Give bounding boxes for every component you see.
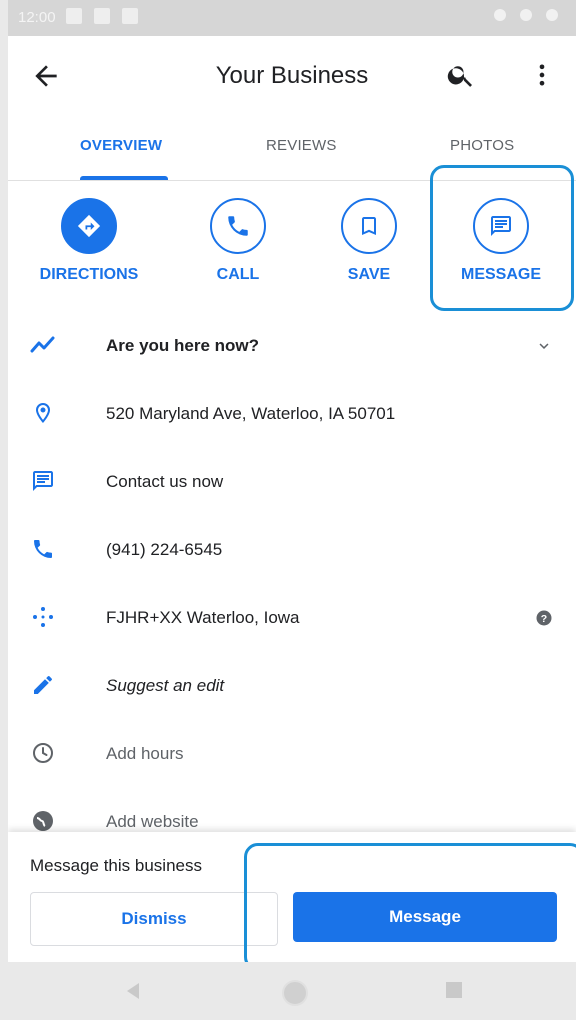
more-vert-icon[interactable] [528,60,556,90]
system-nav-bar [8,962,576,1020]
status-time: 12:00 [18,9,56,26]
wifi-icon [520,9,532,21]
save-label: SAVE [347,266,391,283]
nav-recents-icon[interactable] [446,982,462,998]
status-bar: 12:00 [8,0,576,36]
nav-back-icon[interactable] [125,982,141,1005]
page-title: Your Business [215,62,369,89]
phone-icon [30,536,56,562]
pencil-icon [30,672,56,698]
location-status-icon [494,9,506,21]
tab-reviews[interactable]: REVIEWS [266,137,337,154]
nav-home-icon[interactable] [282,980,308,1006]
call-button[interactable]: CALL [173,198,303,284]
save-button[interactable]: SAVE [304,198,434,284]
list-item-here-now[interactable]: Are you here now? [8,312,576,380]
tab-photos[interactable]: PHOTOS [450,137,514,154]
tab-overview[interactable]: OVERVIEW [80,137,162,154]
notification-icon [94,8,110,24]
phone-icon [210,198,266,254]
trend-icon [30,332,56,358]
list-item-plus-code[interactable]: FJHR+XX Waterloo, Iowa ? [8,584,576,652]
notification-icon [66,8,82,24]
search-icon[interactable] [446,60,476,90]
sheet-title: Message this business [30,856,202,875]
contact-text: Contact us now [106,472,224,491]
clock-icon [30,740,56,766]
phone-text: (941) 224-6545 [106,540,223,559]
list-item-phone[interactable]: (941) 224-6545 [8,516,576,584]
svg-text:?: ? [541,613,547,625]
chevron-down-icon[interactable] [534,336,554,356]
plus-code-icon [30,604,56,630]
website-text: Add website [106,812,199,831]
suggest-edit-text: Suggest an edit [106,676,225,695]
notification-icon [122,8,138,24]
call-label: CALL [216,266,260,283]
hours-text: Add hours [106,744,184,763]
system-icons [494,9,558,21]
globe-icon [30,808,56,834]
directions-icon [61,198,117,254]
here-now-text: Are you here now? [106,336,260,355]
address-text: 520 Maryland Ave, Waterloo, IA 50701 [106,404,396,423]
message-icon [30,468,56,494]
list-item-suggest-edit[interactable]: Suggest an edit [8,652,576,720]
help-icon[interactable]: ? [534,608,554,628]
message-action-highlight [430,165,574,311]
list-item-hours[interactable]: Add hours [8,720,576,788]
dismiss-button[interactable]: Dismiss [30,892,278,946]
directions-label: DIRECTIONS [39,266,139,283]
directions-button[interactable]: DIRECTIONS [24,198,154,284]
app-bar: Your Business [8,36,576,116]
list-item-contact[interactable]: Contact us now [8,448,576,516]
list-item-address[interactable]: 520 Maryland Ave, Waterloo, IA 50701 [8,380,576,448]
phone-screen: 12:00 Your Business OVERVIEW REVIEWS PHO… [8,0,576,1020]
plus-code-text: FJHR+XX Waterloo, Iowa [106,608,300,627]
notification-icons [66,8,138,24]
info-list: Are you here now? 520 Maryland Ave, Wate… [8,312,576,856]
bookmark-icon [341,198,397,254]
location-pin-icon [30,400,56,426]
battery-icon [546,9,558,21]
message-button-highlight [244,843,576,971]
